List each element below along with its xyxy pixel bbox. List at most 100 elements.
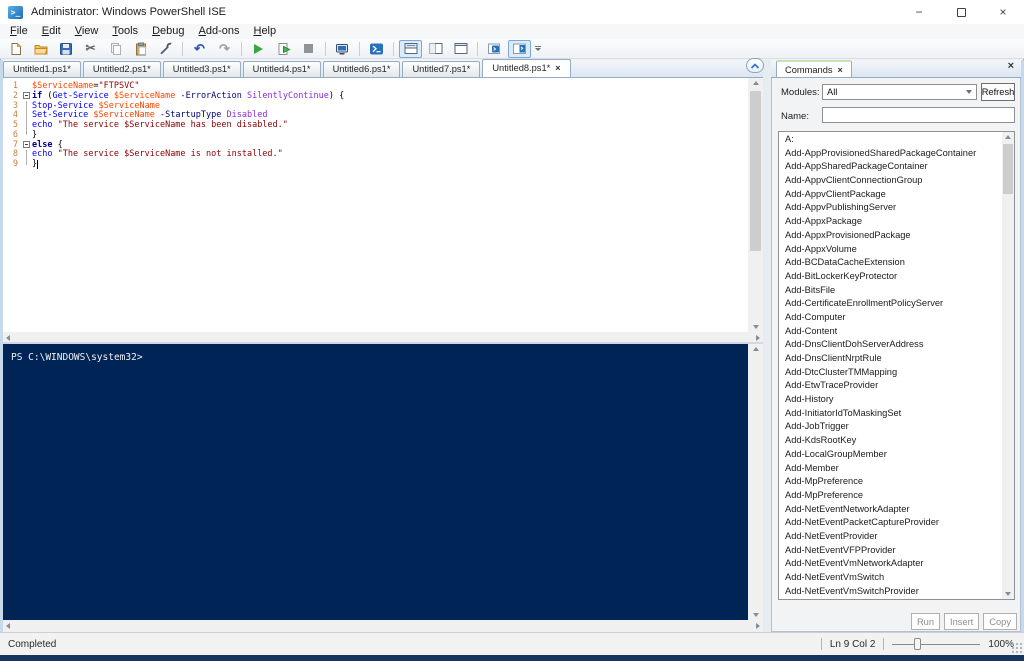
tab-untitled2ps1[interactable]: Untitled2.ps1* [82, 61, 161, 77]
code-line-4[interactable]: 4 Set-Service $ServiceName -StartupType D… [3, 110, 748, 120]
resize-grip[interactable] [1012, 643, 1022, 653]
fold-collapse-icon[interactable] [23, 141, 30, 149]
command-list-item[interactable]: Add-MpPreference [779, 475, 1002, 489]
command-list-item[interactable]: Add-BitLockerKeyProtector [779, 270, 1002, 284]
minimize-button[interactable]: − [898, 0, 940, 24]
command-list-item[interactable]: Add-NetEventVFPProvider [779, 544, 1002, 558]
menu-debug[interactable]: Debug [145, 24, 191, 39]
command-list-item[interactable]: Add-DnsClientDohServerAddress [779, 338, 1002, 352]
run-command-button[interactable]: Run [910, 613, 941, 630]
command-list[interactable]: A: Add-AppProvisionedSharedPackageContain… [778, 131, 1015, 600]
stop-operation-button[interactable] [297, 40, 320, 58]
command-list-item[interactable]: Add-NetEventPacketCaptureProvider [779, 516, 1002, 530]
menu-file[interactable]: File [3, 24, 35, 39]
scroll-left-arrow-icon[interactable] [6, 335, 10, 341]
console-pane[interactable]: PS C:\WINDOWS\system32> [3, 344, 748, 620]
menu-view[interactable]: View [68, 24, 106, 39]
command-list-item[interactable]: Add-AppvClientConnectionGroup [779, 174, 1002, 188]
new-script-button[interactable] [4, 40, 27, 58]
command-list-item[interactable]: Add-NetEventNetworkAdapter [779, 503, 1002, 517]
save-button[interactable] [54, 40, 77, 58]
console-horizontal-scrollbar[interactable] [3, 620, 763, 632]
command-list-item[interactable]: Add-BCDataCacheExtension [779, 256, 1002, 270]
fold-collapse-icon[interactable] [23, 92, 30, 100]
fold-gutter[interactable] [22, 140, 32, 150]
clear-console-pane-button[interactable] [154, 40, 177, 58]
name-filter-input[interactable] [822, 107, 1015, 123]
command-list-item[interactable]: Add-BitsFile [779, 284, 1002, 298]
menu-edit[interactable]: Edit [35, 24, 68, 39]
command-list-item[interactable]: Add-Computer [779, 311, 1002, 325]
code-line-6[interactable]: 6} [3, 130, 748, 140]
menu-help[interactable]: Help [246, 24, 283, 39]
run-selection-button[interactable] [272, 40, 295, 58]
command-list-item[interactable]: Add-AppvPublishingServer [779, 201, 1002, 215]
command-list-item[interactable]: Add-AppxVolume [779, 243, 1002, 257]
tab-commands[interactable]: Commands × [776, 60, 852, 77]
new-remote-powershell-tab-button[interactable] [331, 40, 354, 58]
command-list-item[interactable]: Add-NetEventVmSwitch [779, 571, 1002, 585]
zoom-slider[interactable] [892, 637, 981, 651]
command-list-item[interactable]: Add-AppSharedPackageContainer [779, 160, 1002, 174]
command-list-item[interactable]: Add-KdsRootKey [779, 434, 1002, 448]
maximize-button[interactable] [940, 0, 982, 24]
refresh-button[interactable]: Refresh [981, 83, 1015, 101]
menu-addons[interactable]: Add-ons [192, 24, 247, 39]
editor-scrollbar-thumb[interactable] [750, 91, 761, 251]
code-line-1[interactable]: 1 $ServiceName = "FTPSVC" [3, 81, 748, 91]
fold-gutter[interactable] [22, 91, 32, 101]
scroll-left-arrow-icon[interactable] [6, 623, 10, 629]
tab-untitled3ps1[interactable]: Untitled3.ps1* [162, 61, 241, 77]
cut-button[interactable]: ✂ [79, 40, 102, 58]
panel-splitter[interactable] [763, 60, 771, 632]
scroll-up-arrow-icon[interactable] [752, 81, 759, 85]
command-list-item[interactable]: Add-Content [779, 325, 1002, 339]
editor-vertical-scrollbar[interactable] [748, 78, 763, 332]
command-list-item[interactable]: Add-LocalGroupMember [779, 448, 1002, 462]
scroll-down-arrow-icon[interactable] [1005, 592, 1011, 596]
collapse-script-pane-button[interactable] [746, 58, 764, 73]
scroll-down-arrow-icon[interactable] [752, 613, 759, 617]
toolbar-overflow-button[interactable] [535, 46, 541, 51]
console-vertical-scrollbar[interactable] [748, 344, 763, 620]
insert-command-button[interactable]: Insert [944, 613, 980, 630]
code-line-9[interactable]: 9} [3, 159, 748, 169]
scroll-up-arrow-icon[interactable] [752, 347, 759, 351]
command-list-scrollbar-thumb[interactable] [1003, 144, 1013, 194]
modules-dropdown[interactable]: All [822, 84, 977, 100]
command-list-item[interactable]: Add-DnsClientNrptRule [779, 352, 1002, 366]
command-list-item[interactable]: Add-InitiatorIdToMaskingSet [779, 407, 1002, 421]
scroll-up-arrow-icon[interactable] [1005, 135, 1011, 139]
tab-untitled6ps1[interactable]: Untitled6.ps1* [322, 61, 401, 77]
command-list-item[interactable]: Add-AppProvisionedSharedPackageContainer [779, 147, 1002, 161]
command-list-item[interactable]: Add-MpPreference [779, 489, 1002, 503]
command-list-item[interactable]: Add-AppvClientPackage [779, 188, 1002, 202]
command-list-item[interactable]: Add-Member [779, 462, 1002, 476]
command-list-item[interactable]: Add-History [779, 393, 1002, 407]
tab-untitled1ps1[interactable]: Untitled1.ps1* [3, 61, 81, 77]
paste-button[interactable] [129, 40, 152, 58]
close-button[interactable]: × [982, 0, 1024, 24]
show-script-pane-right-button[interactable] [424, 40, 447, 58]
close-commands-tab-icon[interactable]: × [838, 62, 843, 78]
scroll-down-arrow-icon[interactable] [752, 325, 759, 329]
show-script-pane-top-button[interactable] [399, 39, 422, 58]
code-line-8[interactable]: 8 echo "The service $ServiceName is not i… [3, 149, 748, 159]
command-list-item[interactable]: Add-AppxPackage [779, 215, 1002, 229]
redo-button[interactable]: ↷ [213, 40, 236, 58]
show-script-pane-maximized-button[interactable] [449, 40, 472, 58]
code-line-3[interactable]: 3 Stop-Service $ServiceName [3, 101, 748, 111]
command-list-item[interactable]: Add-NetEventVmSwitchProvider [779, 585, 1002, 599]
command-list-item[interactable]: Add-JobTrigger [779, 420, 1002, 434]
command-list-item[interactable]: Add-NetEventVmNetworkAdapter [779, 557, 1002, 571]
undo-button[interactable]: ↶ [188, 40, 211, 58]
run-script-button[interactable] [247, 40, 270, 58]
show-command-addon-button[interactable] [508, 39, 531, 58]
code-line-5[interactable]: 5 echo "The service $ServiceName has been… [3, 120, 748, 130]
command-group-header[interactable]: A: [779, 133, 1002, 147]
command-list-item[interactable]: Add-NetEventProvider [779, 530, 1002, 544]
close-addon-pane-button[interactable]: × [1008, 60, 1014, 72]
menu-tools[interactable]: Tools [105, 24, 145, 39]
close-tab-icon[interactable]: × [555, 60, 560, 77]
script-editor[interactable]: 1 $ServiceName = "FTPSVC" 2 if (Get-Service $… [3, 78, 748, 332]
